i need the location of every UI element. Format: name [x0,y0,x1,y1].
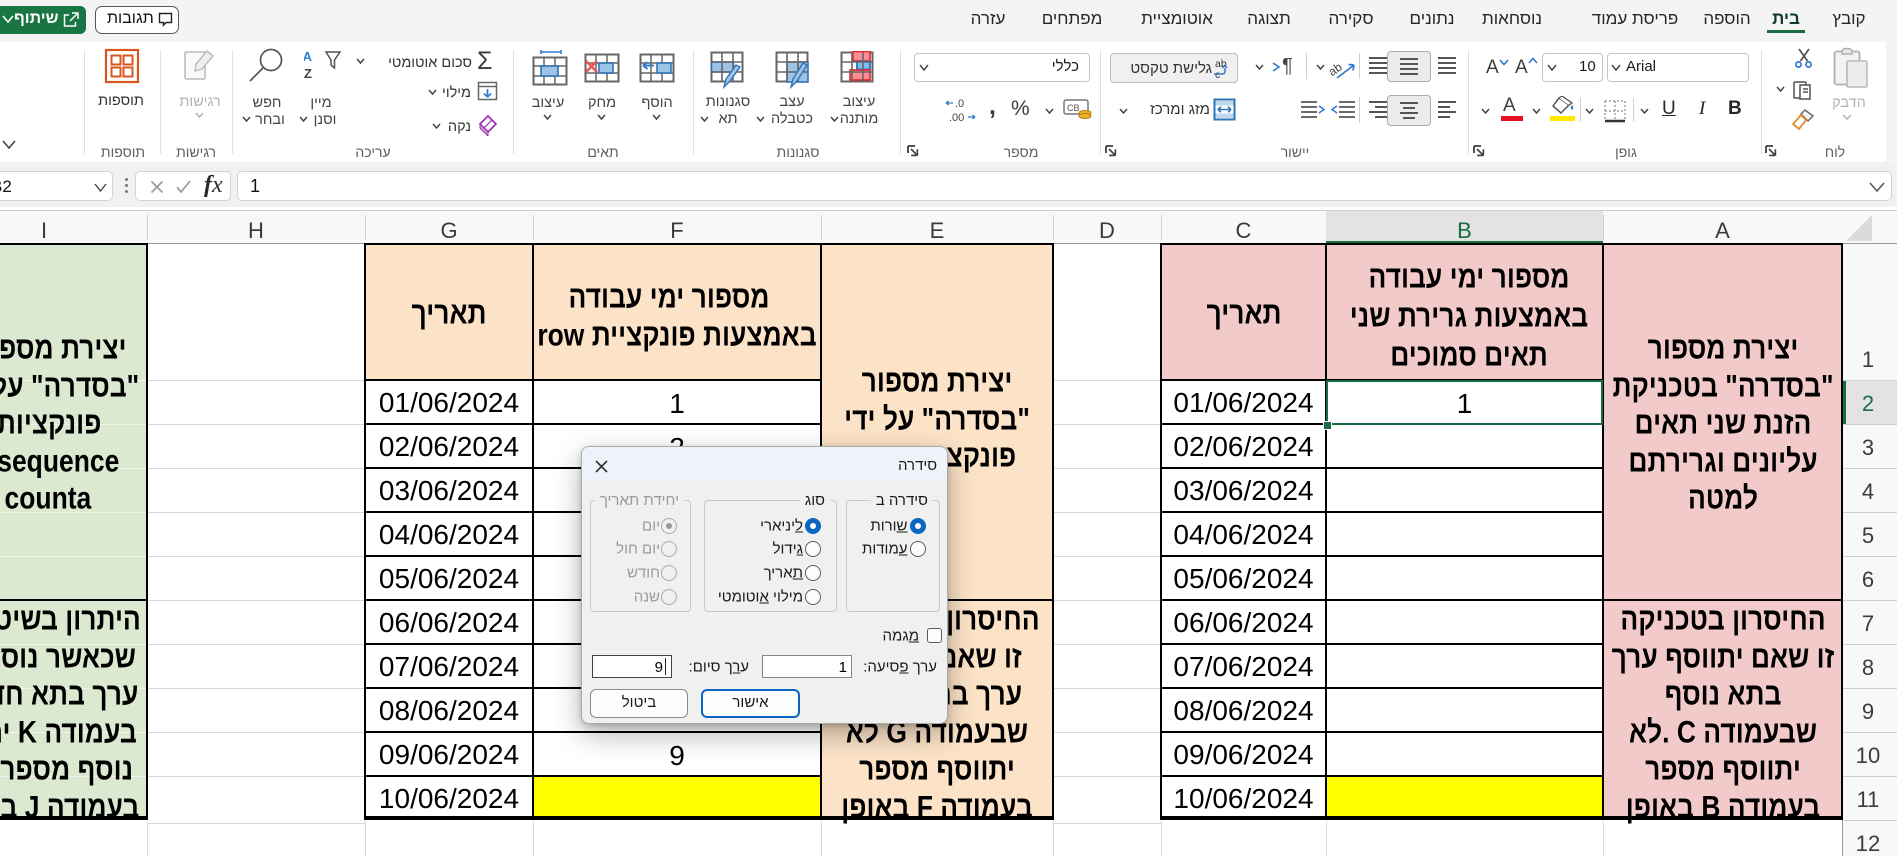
svg-text:A: A [305,49,314,64]
svg-text:CB: CB [1068,103,1081,113]
svg-text:.00: .00 [950,112,965,124]
svg-text:Z: Z [305,66,313,81]
svg-text:.0: .0 [956,98,965,110]
svg-text:ab: ab [1330,60,1346,79]
